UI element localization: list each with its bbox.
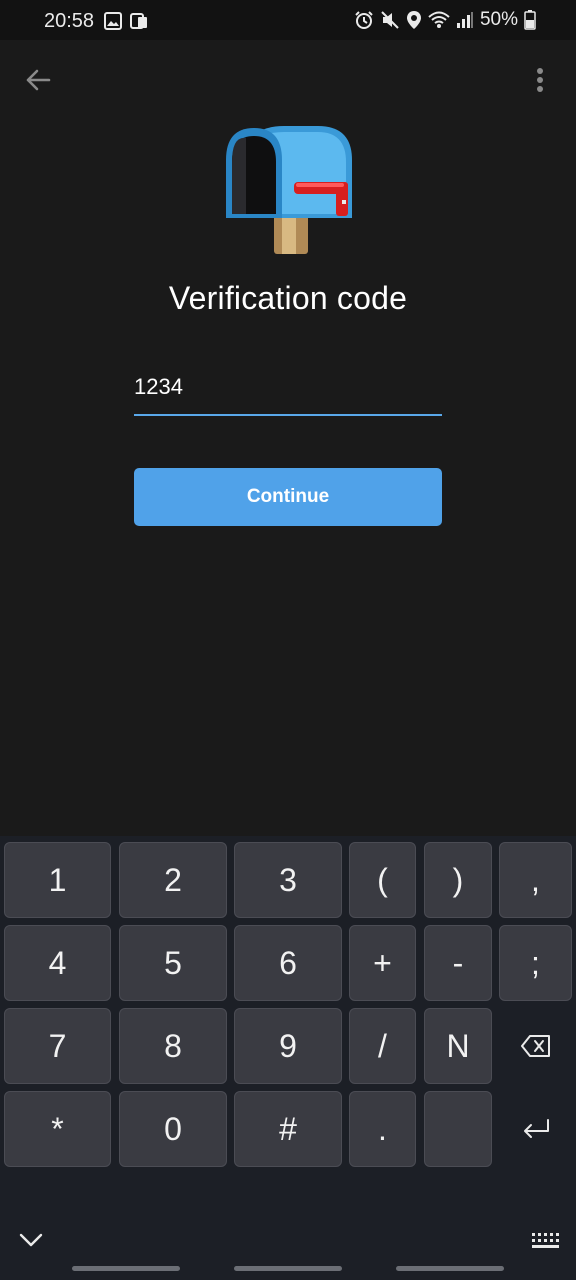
back-arrow-icon (25, 68, 51, 92)
signal-icon (456, 11, 474, 29)
key-slash[interactable]: / (349, 1008, 416, 1084)
alarm-icon (354, 10, 374, 30)
backspace-key[interactable] (499, 1008, 572, 1084)
location-icon (406, 10, 422, 30)
status-notification-icons (104, 12, 150, 30)
key-5[interactable]: 5 (119, 925, 227, 1001)
keyboard-hide-icon (18, 1232, 44, 1248)
key-semicolon[interactable]: ; (499, 925, 572, 1001)
wifi-icon (428, 10, 450, 30)
key-0[interactable]: 0 (119, 1091, 227, 1167)
verification-code-field[interactable] (134, 364, 442, 416)
key-open-paren[interactable]: ( (349, 842, 416, 918)
phone-storage-icon (130, 12, 150, 30)
gallery-icon (104, 12, 122, 30)
page-title: Verification code (168, 280, 408, 316)
key-plus[interactable]: + (349, 925, 416, 1001)
key-9[interactable]: 9 (234, 1008, 342, 1084)
enter-icon (521, 1118, 551, 1140)
mute-vibrate-icon (380, 10, 400, 30)
key-8[interactable]: 8 (119, 1008, 227, 1084)
keyboard-icon (530, 1232, 560, 1250)
key-period[interactable]: . (349, 1091, 416, 1167)
key-comma[interactable]: , (499, 842, 572, 918)
enter-key[interactable] (499, 1091, 572, 1167)
key-4[interactable]: 4 (4, 925, 111, 1001)
back-button[interactable] (18, 60, 58, 100)
top-app-bar (0, 40, 576, 120)
key-close-paren[interactable]: ) (424, 842, 492, 918)
status-time: 20:58 (44, 10, 95, 32)
key-2[interactable]: 2 (119, 842, 227, 918)
mailbox-icon (220, 122, 356, 258)
battery-icon (524, 10, 536, 30)
keyboard-switch-button[interactable] (530, 1232, 560, 1250)
backspace-icon (520, 1035, 551, 1057)
verification-code-input[interactable] (134, 364, 442, 410)
key-minus[interactable]: - (424, 925, 492, 1001)
more-options-button[interactable] (522, 60, 558, 100)
nav-recents[interactable] (72, 1266, 180, 1271)
key-7[interactable]: 7 (4, 1008, 111, 1084)
key-asterisk[interactable]: * (4, 1091, 111, 1167)
key-6[interactable]: 6 (234, 925, 342, 1001)
status-system-icons: 50% (354, 9, 536, 31)
nav-back[interactable] (396, 1266, 504, 1271)
hide-keyboard-button[interactable] (18, 1232, 44, 1248)
key-n[interactable]: N (424, 1008, 492, 1084)
nav-home[interactable] (234, 1266, 342, 1271)
key-hash[interactable]: # (234, 1091, 342, 1167)
continue-button[interactable]: Continue (134, 468, 442, 526)
more-vertical-icon (536, 67, 544, 93)
battery-percent: 50% (479, 9, 518, 30)
status-bar: 20:58 50% (0, 0, 576, 40)
key-space[interactable] (424, 1091, 492, 1167)
key-1[interactable]: 1 (4, 842, 111, 918)
key-3[interactable]: 3 (234, 842, 342, 918)
